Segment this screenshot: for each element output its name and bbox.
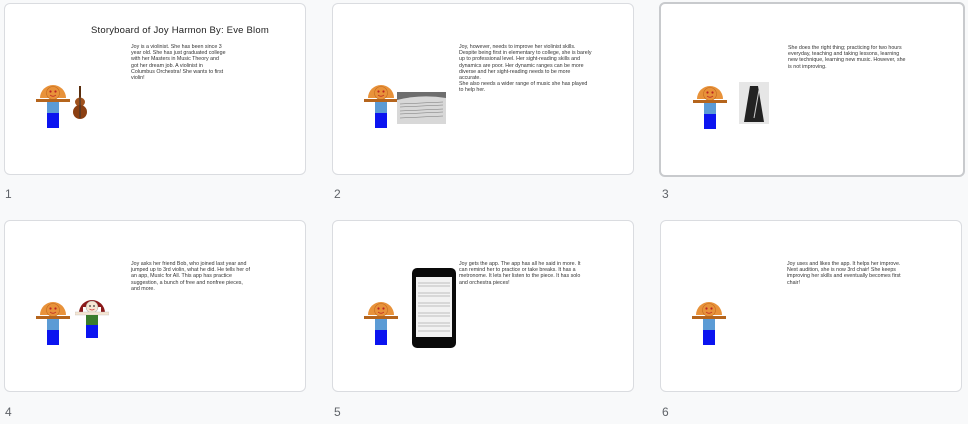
slide-thumbnail-6[interactable]: Joy uses and likes the app. It helps her… [660,220,962,392]
slide-body-text: Joy gets the app. The app has all he sai… [459,261,581,286]
slide-body-text: Joy, however, needs to improve her violi… [459,44,592,94]
metronome-icon [739,82,769,124]
slide-number: 4 [5,405,12,419]
slide-title: Storyboard of Joy Harmon By: Eve Blom [91,25,269,36]
slide-number: 3 [662,187,669,201]
slide-body-text: She does the right thing; practicing for… [788,45,906,70]
slide-thumbnail-4[interactable]: Joy asks her friend Bob, who joined last… [4,220,306,392]
bob-figure [75,300,109,338]
joy-figure [364,84,398,128]
slide-body-text: Joy is a violinist. She has been since 3… [131,44,226,82]
sheet-music-photo [397,92,446,124]
slide-number: 2 [334,187,341,201]
slide-thumbnail-3[interactable]: She does the right thing; practicing for… [659,2,965,177]
joy-figure [692,301,726,345]
slide-thumbnail-1[interactable]: Storyboard of Joy Harmon By: Eve Blom Jo… [4,3,306,175]
phone-icon [412,268,456,348]
slide-number: 6 [662,405,669,419]
slide-thumbnail-2[interactable]: Joy, however, needs to improve her violi… [332,3,634,175]
joy-figure [36,84,70,128]
slide-number: 1 [5,187,12,201]
slide-thumbnail-5[interactable]: Joy gets the app. The app has all he sai… [332,220,634,392]
joy-figure [36,301,70,345]
slide-number: 5 [334,405,341,419]
slide-body-text: Joy uses and likes the app. It helps her… [787,261,901,286]
joy-figure [693,85,727,129]
slide-body-text: Joy asks her friend Bob, who joined last… [131,261,250,292]
joy-figure [364,301,398,345]
violin-icon [73,86,87,119]
